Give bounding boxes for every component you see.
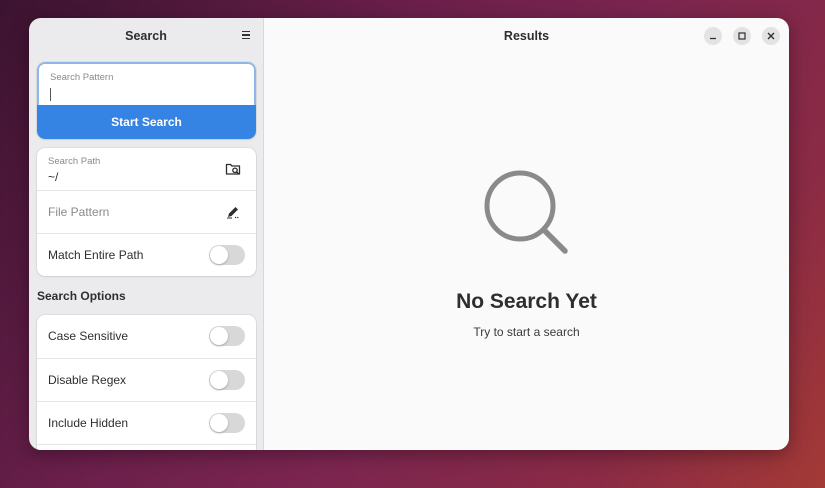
edit-pencil-icon[interactable] — [225, 204, 241, 220]
hamburger-menu-icon — [242, 30, 250, 33]
start-search-button[interactable]: Start Search — [37, 105, 256, 139]
option-include-hidden-row: Include Hidden — [37, 401, 256, 443]
include-hidden-toggle[interactable] — [209, 413, 245, 433]
toggle-knob — [210, 371, 228, 389]
search-path-row[interactable]: Search Path ~/ — [37, 148, 256, 190]
search-path-card: Search Path ~/ File Pattern Match Entire… — [37, 148, 256, 276]
maximize-icon — [738, 32, 746, 40]
file-pattern-row[interactable]: File Pattern — [37, 190, 256, 232]
match-entire-path-label: Match Entire Path — [48, 248, 144, 262]
match-entire-path-toggle[interactable] — [209, 245, 245, 265]
search-path-label: Search Path — [48, 156, 101, 167]
minimize-button[interactable] — [704, 27, 722, 45]
search-path-value: ~/ — [48, 170, 59, 184]
close-button[interactable] — [762, 27, 780, 45]
search-options-heading: Search Options — [37, 289, 126, 303]
results-pane: Results No Search Yet Try to start a sea… — [264, 18, 789, 450]
file-pattern-input[interactable]: File Pattern — [48, 191, 109, 233]
match-entire-path-row: Match Entire Path — [37, 233, 256, 275]
main-menu-button[interactable] — [239, 28, 253, 42]
status-description: Try to start a search — [473, 325, 580, 339]
option-label: Disable Regex — [48, 373, 127, 387]
maximize-button[interactable] — [733, 27, 751, 45]
toggle-knob — [210, 246, 228, 264]
option-disable-regex-row: Disable Regex — [37, 358, 256, 400]
folder-search-icon[interactable] — [225, 161, 241, 177]
hamburger-menu-icon-line — [242, 37, 250, 40]
close-icon — [767, 32, 775, 40]
hamburger-menu-icon-line — [242, 34, 250, 36]
option-label: Include Hidden — [48, 416, 129, 430]
option-row-partial — [37, 444, 256, 450]
option-case-sensitive-row: Case Sensitive — [37, 315, 256, 357]
app-window: Search Search Pattern Start Search Searc… — [29, 18, 789, 450]
case-sensitive-toggle[interactable] — [209, 326, 245, 346]
sidebar: Search Search Pattern Start Search Searc… — [29, 18, 264, 450]
toggle-knob — [210, 327, 228, 345]
search-pattern-input[interactable]: Search Pattern — [37, 62, 256, 105]
toggle-knob — [210, 414, 228, 432]
search-options-card: Case Sensitive Disable Regex Include Hid… — [37, 315, 256, 450]
search-pattern-label: Search Pattern — [50, 72, 114, 83]
minimize-icon — [710, 37, 716, 40]
magnifier-icon — [484, 170, 568, 254]
sidebar-title: Search — [125, 29, 167, 43]
option-label: Case Sensitive — [48, 329, 129, 343]
status-title: No Search Yet — [456, 290, 597, 313]
disable-regex-toggle[interactable] — [209, 370, 245, 390]
search-pattern-card: Search Pattern Start Search — [37, 62, 256, 139]
text-cursor — [50, 88, 51, 101]
